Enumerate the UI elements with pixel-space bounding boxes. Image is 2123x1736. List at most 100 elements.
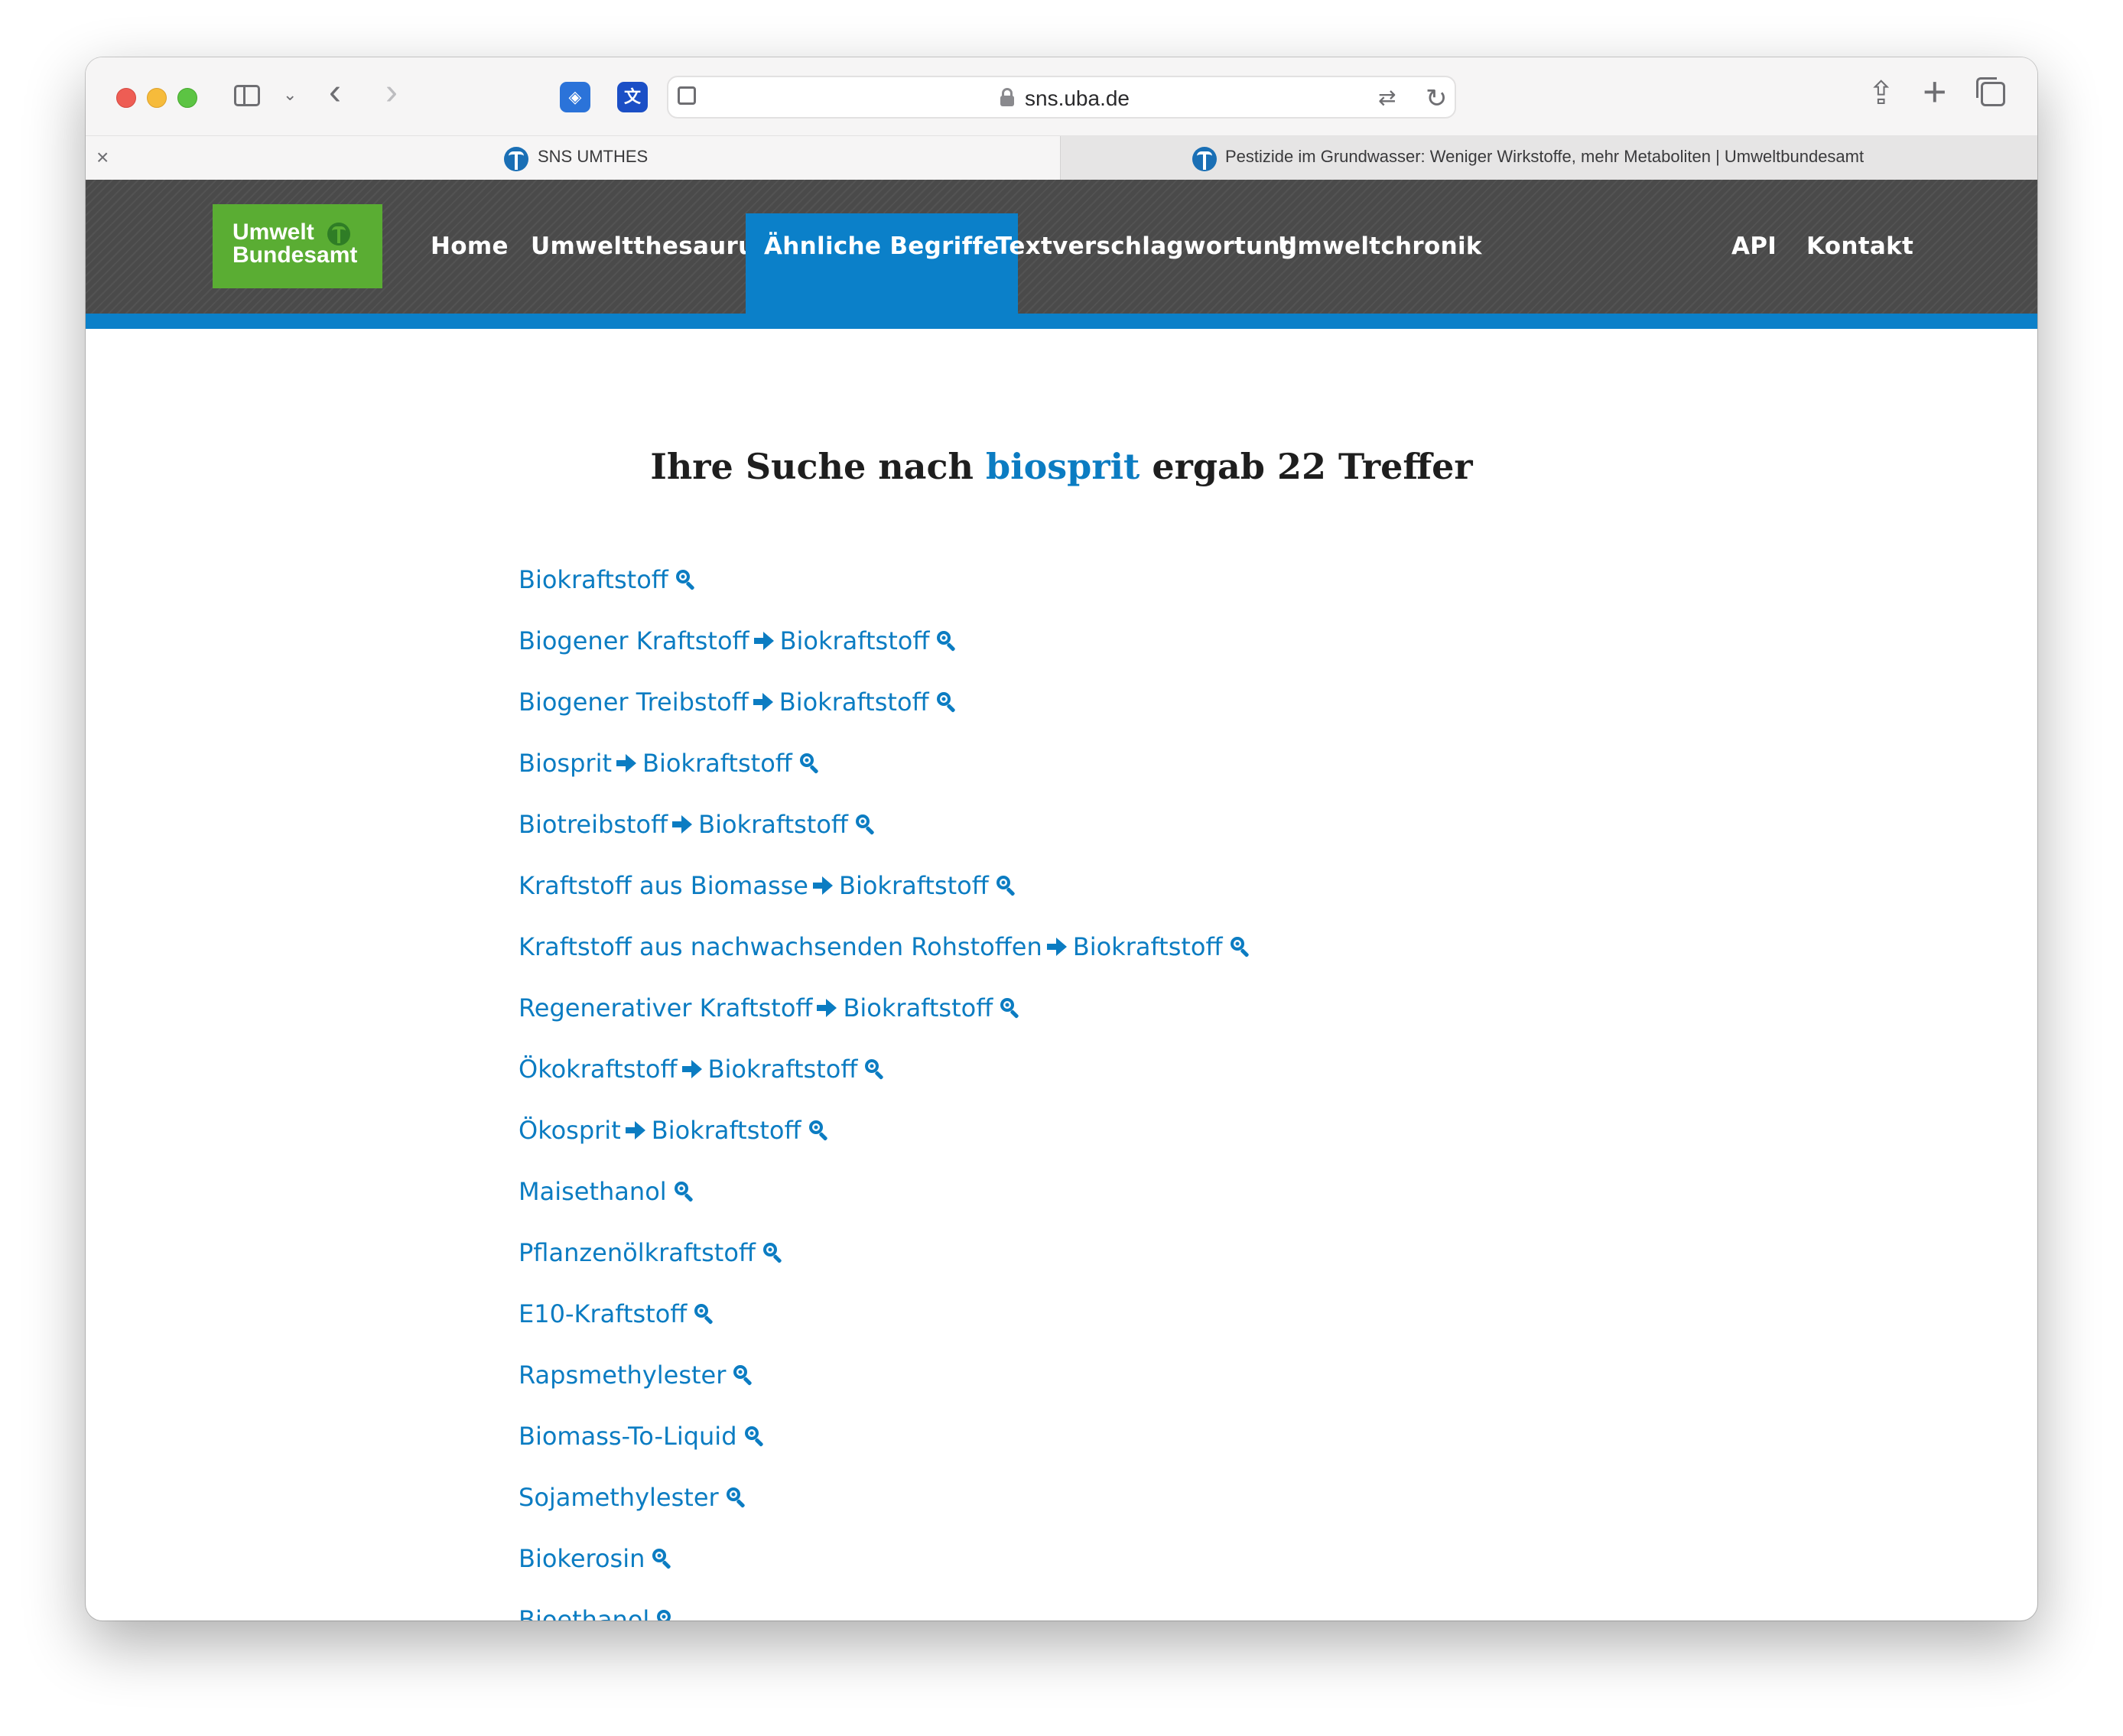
search-query: biosprit [985, 446, 1140, 487]
share-icon[interactable]: ⇪ [1868, 74, 1894, 112]
result-row: Regenerativer Kraftstoff Biokraftstoff [519, 992, 1022, 1030]
tab-title: Pestizide im Grundwasser: Weniger Wirkst… [1225, 147, 1865, 166]
result-term-link[interactable]: Biokraftstoff [519, 565, 668, 594]
tab-overview-icon[interactable] [1976, 77, 2005, 106]
nav-aehnliche-begriffe[interactable]: Ähnliche Begriffe [746, 213, 1018, 314]
bitwarden-extension-icon[interactable]: ◈ [560, 82, 590, 112]
result-term-link[interactable]: Biomass-To-Liquid [519, 1422, 737, 1451]
result-term-link[interactable]: Biotreibstoff [519, 810, 668, 839]
result-row: Biogener Treibstoff Biokraftstoff [519, 686, 958, 724]
search-plus-icon[interactable] [863, 1058, 886, 1081]
result-target-link[interactable]: Biokraftstoff [1073, 932, 1223, 961]
nav-umweltthesaurus[interactable]: Umweltthesaurus [531, 180, 769, 314]
close-window-button[interactable] [116, 88, 136, 108]
nav-kontakt[interactable]: Kontakt [1806, 180, 1913, 314]
search-plus-icon[interactable] [655, 1608, 678, 1621]
search-plus-icon[interactable] [798, 752, 821, 775]
result-row: Ökosprit Biokraftstoff [519, 1114, 831, 1152]
result-target-link[interactable]: Biokraftstoff [780, 626, 930, 655]
search-plus-icon[interactable] [743, 1425, 766, 1448]
search-plus-icon[interactable] [693, 1302, 716, 1325]
result-row: E10-Kraftstoff [519, 1298, 716, 1336]
result-target-link[interactable]: Biokraftstoff [779, 688, 929, 717]
tab-sns-umthes[interactable]: × SNS UMTHES [86, 136, 1060, 180]
arrow-right-icon [815, 997, 838, 1019]
result-term-link[interactable]: Pflanzenölkraftstoff [519, 1238, 756, 1267]
chevron-down-icon[interactable]: ⌄ [283, 85, 297, 105]
zoom-window-button[interactable] [177, 88, 197, 108]
heading-suffix: ergab 22 Treffer [1152, 446, 1473, 487]
arrow-right-icon [752, 691, 775, 713]
reload-icon[interactable]: ↻ [1426, 83, 1448, 114]
result-target-link[interactable]: Biokraftstoff [652, 1116, 801, 1145]
result-term-link[interactable]: E10-Kraftstoff [519, 1299, 687, 1328]
result-target-link[interactable]: Biokraftstoff [843, 993, 993, 1022]
page-menu-icon[interactable] [678, 86, 696, 105]
result-row: Rapsmethylester [519, 1359, 755, 1397]
arrow-right-icon [615, 753, 638, 774]
tab-title: SNS UMTHES [538, 147, 649, 166]
arrow-right-icon [753, 630, 775, 652]
uba-favicon-icon [1192, 147, 1217, 171]
logo-text-line1: Umwelt [232, 219, 314, 245]
nav-home[interactable]: Home [431, 180, 509, 314]
sidebar-toggle-icon[interactable] [234, 85, 260, 106]
nav-umweltchronik[interactable]: Umweltchronik [1278, 180, 1482, 314]
result-term-link[interactable]: Regenerativer Kraftstoff [519, 993, 812, 1022]
tab-pestizide[interactable]: Pestizide im Grundwasser: Weniger Wirkst… [1060, 136, 2037, 180]
search-plus-icon[interactable] [725, 1486, 748, 1509]
result-term-link[interactable]: Biosprit [519, 749, 612, 778]
result-target-link[interactable]: Biokraftstoff [839, 871, 989, 900]
tab-bar: × SNS UMTHES Pestizide im Grundwasser: W… [86, 135, 2037, 180]
result-term-link[interactable]: Ökosprit [519, 1116, 621, 1145]
url-text[interactable]: sns.uba.de [1025, 86, 1130, 111]
result-term-link[interactable]: Bioethanol [519, 1605, 649, 1621]
search-plus-icon[interactable] [854, 813, 877, 836]
arrow-right-icon [681, 1058, 704, 1080]
search-plus-icon[interactable] [732, 1364, 755, 1387]
arrow-right-icon [624, 1120, 647, 1141]
nav-api[interactable]: API [1731, 180, 1777, 314]
lock-icon [1000, 88, 1014, 106]
uba-logo[interactable]: Umwelt Bundesamt [213, 204, 382, 288]
arrow-right-icon [1045, 936, 1068, 957]
result-term-link[interactable]: Ökokraftstoff [519, 1055, 678, 1084]
result-term-link[interactable]: Kraftstoff aus Biomasse [519, 871, 808, 900]
result-row: Biogener Kraftstoff Biokraftstoff [519, 625, 958, 663]
close-tab-icon[interactable]: × [96, 145, 109, 170]
new-tab-icon[interactable]: + [1923, 68, 1947, 115]
search-plus-icon[interactable] [1229, 935, 1252, 958]
minimize-window-button[interactable] [147, 88, 167, 108]
result-term-link[interactable]: Kraftstoff aus nachwachsenden Rohstoffen [519, 932, 1042, 961]
result-term-link[interactable]: Biokerosin [519, 1544, 645, 1573]
translate-icon[interactable]: ⇄ [1378, 85, 1396, 110]
search-plus-icon[interactable] [673, 1180, 696, 1203]
nav-textverschlagwortung[interactable]: Textverschlagwortung [996, 180, 1297, 314]
back-arrow-icon[interactable]: ‹ [329, 74, 341, 111]
translate-extension-icon[interactable]: 文 [617, 82, 648, 112]
search-plus-icon[interactable] [651, 1547, 674, 1570]
result-row: Biokerosin [519, 1543, 674, 1581]
result-target-link[interactable]: Biokraftstoff [708, 1055, 858, 1084]
forward-arrow-icon[interactable]: › [385, 74, 398, 111]
result-term-link[interactable]: Sojamethylester [519, 1483, 719, 1512]
result-row: Kraftstoff aus nachwachsenden Rohstoffen… [519, 931, 1252, 969]
result-row: Biomass-To-Liquid [519, 1420, 766, 1458]
result-term-link[interactable]: Biogener Treibstoff [519, 688, 749, 717]
result-term-link[interactable]: Maisethanol [519, 1177, 667, 1206]
result-target-link[interactable]: Biokraftstoff [698, 810, 848, 839]
result-term-link[interactable]: Rapsmethylester [519, 1361, 726, 1390]
search-plus-icon[interactable] [675, 568, 697, 591]
search-plus-icon[interactable] [935, 629, 958, 652]
search-plus-icon[interactable] [999, 996, 1022, 1019]
search-plus-icon[interactable] [808, 1119, 831, 1142]
uba-favicon-icon [504, 147, 528, 171]
search-plus-icon[interactable] [995, 874, 1018, 897]
search-plus-icon[interactable] [935, 691, 958, 714]
result-target-link[interactable]: Biokraftstoff [642, 749, 792, 778]
result-row: Biosprit Biokraftstoff [519, 747, 821, 785]
search-plus-icon[interactable] [762, 1241, 785, 1264]
result-term-link[interactable]: Biogener Kraftstoff [519, 626, 749, 655]
result-row: Bioethanol [519, 1604, 678, 1621]
address-bar[interactable]: sns.uba.de ⇄ ↻ [667, 76, 1456, 119]
